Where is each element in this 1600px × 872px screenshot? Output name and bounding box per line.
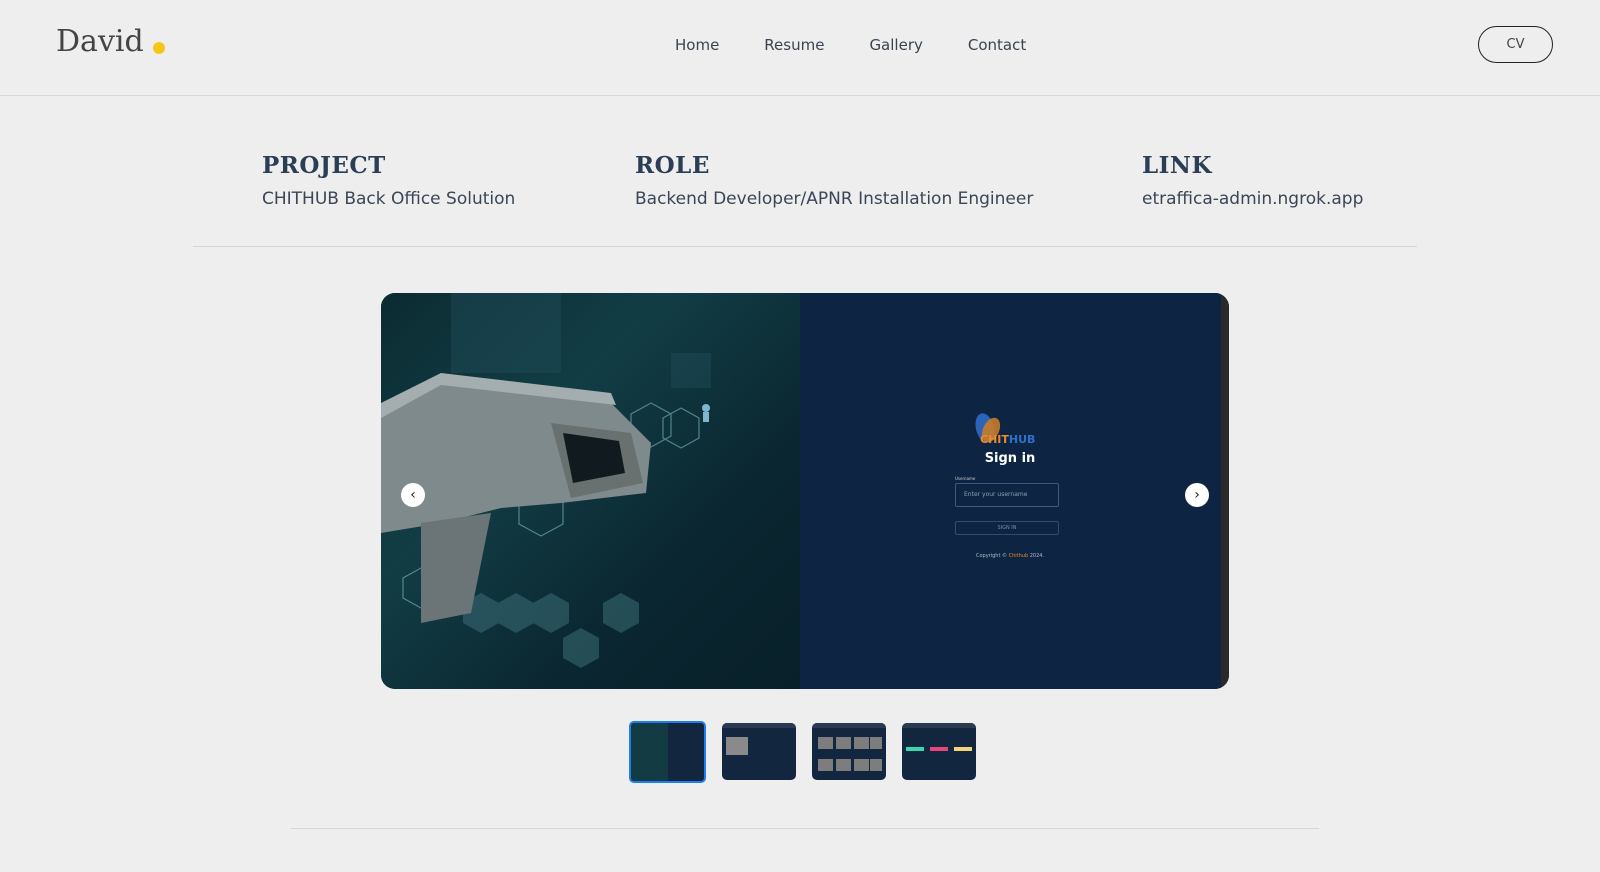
project-value: CHITHUB Back Office Solution — [262, 189, 516, 209]
main-nav: Home Resume Gallery Contact — [675, 36, 1026, 54]
section-divider — [193, 246, 1417, 247]
nav-item-home[interactable]: Home — [675, 36, 719, 54]
chevron-right-icon[interactable]: › — [1185, 483, 1209, 507]
thumbnail-1[interactable] — [629, 721, 706, 783]
role-value: Backend Developer/APNR Installation Engi… — [635, 189, 1034, 209]
link-value[interactable]: etraffica-admin.ngrok.app — [1142, 189, 1363, 209]
project-column: PROJECT CHITHUB Back Office Solution — [262, 152, 515, 209]
role-label: ROLE — [635, 152, 710, 179]
thumbnail-4[interactable] — [902, 723, 976, 780]
nav-item-resume[interactable]: Resume — [764, 36, 824, 54]
link-label: LINK — [1142, 152, 1212, 179]
username-field: Enter your username — [955, 483, 1059, 507]
sign-in-button: SIGN IN — [955, 521, 1059, 535]
nav-item-gallery[interactable]: Gallery — [869, 36, 922, 54]
brand-dot-icon — [153, 42, 165, 54]
cv-button[interactable]: CV — [1478, 26, 1553, 63]
project-label: PROJECT — [262, 152, 386, 179]
thumbnail-2[interactable] — [722, 723, 796, 780]
role-column: ROLE Backend Developer/APNR Installation… — [635, 152, 1033, 209]
cctv-camera-image — [381, 293, 800, 689]
section-divider-bottom — [291, 828, 1319, 829]
login-panel: CHITHUB Sign in Username Enter your user… — [955, 411, 1065, 559]
brand-logo[interactable]: David — [56, 24, 144, 59]
chithub-logo: CHITHUB — [955, 411, 1065, 447]
copyright-text: Copyright © Chithub 2024. — [975, 553, 1045, 559]
link-column: LINK etraffica-admin.ngrok.app — [1142, 152, 1363, 209]
username-label: Username — [955, 476, 976, 481]
cctv-illustration — [381, 293, 711, 668]
navbar: David Home Resume Gallery Contact CV — [0, 0, 1600, 96]
nav-item-contact[interactable]: Contact — [968, 36, 1026, 54]
thumbnail-3[interactable] — [812, 723, 886, 780]
sign-in-title: Sign in — [984, 451, 1036, 466]
logo-part1: CHIT — [980, 433, 1009, 446]
logo-part2: HUB — [1008, 433, 1036, 446]
slider-thumbnails — [629, 721, 976, 783]
login-screenshot: CHITHUB Sign in Username Enter your user… — [800, 293, 1221, 689]
chevron-left-icon[interactable]: ‹ — [401, 483, 425, 507]
image-slider: CHITHUB Sign in Username Enter your user… — [381, 293, 1229, 689]
